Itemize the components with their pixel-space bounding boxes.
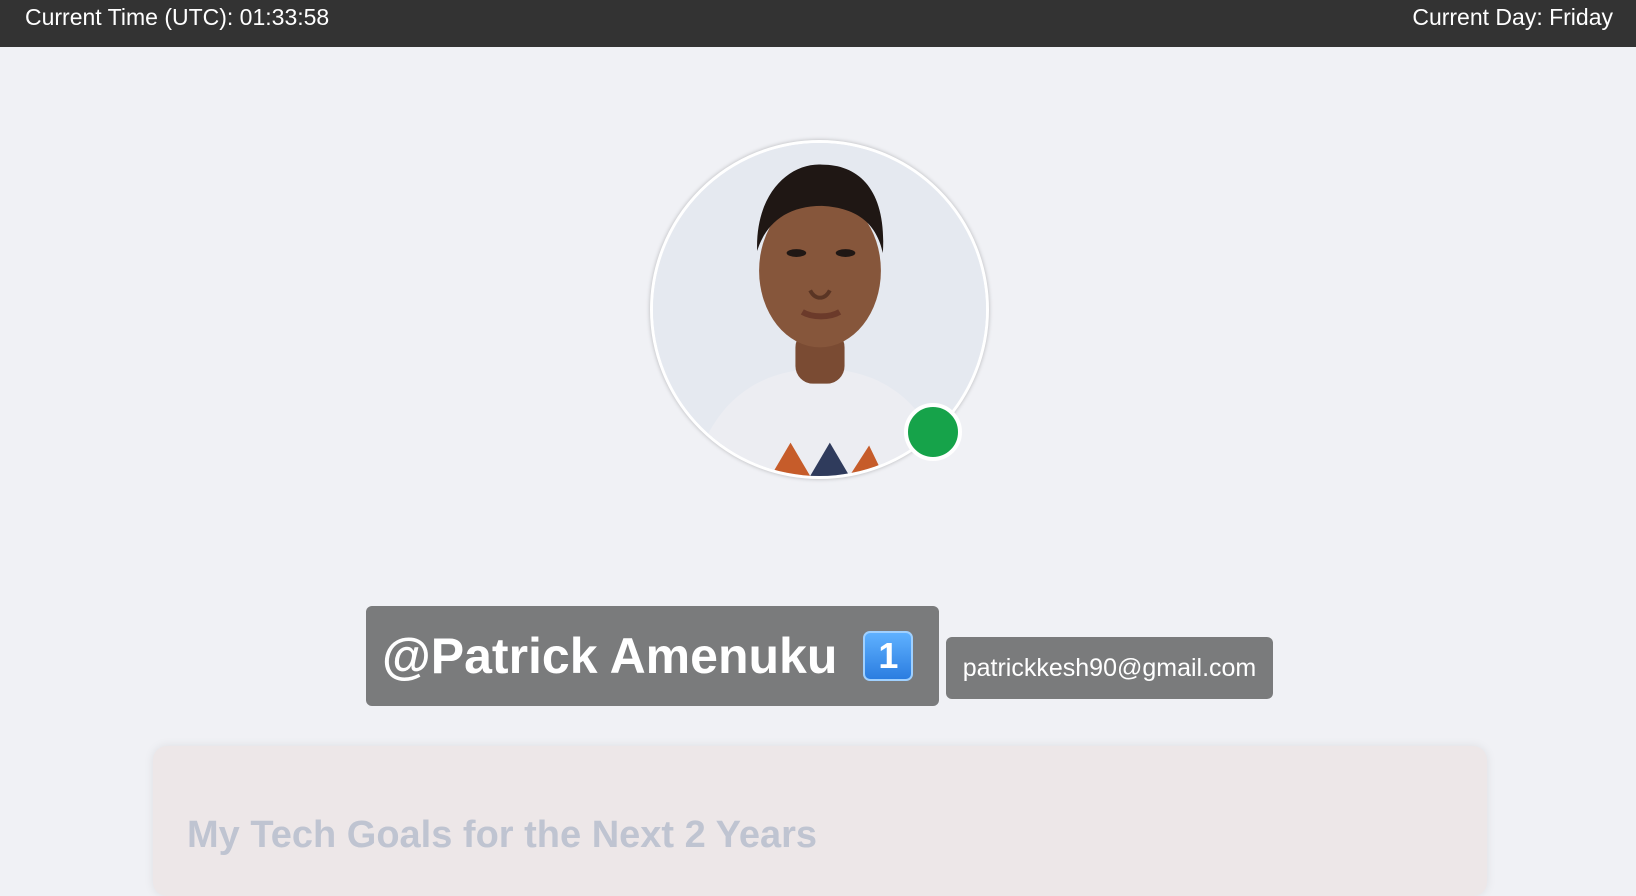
keycap-one-icon: 1 xyxy=(863,631,914,681)
email-badge: patrickkesh90@gmail.com xyxy=(946,637,1273,699)
username-badge: @Patrick Amenuku 1 xyxy=(366,606,939,706)
username-text: @Patrick Amenuku xyxy=(382,628,838,684)
online-status-indicator xyxy=(904,403,962,461)
top-status-bar: Current Time (UTC): 01:33:58 Current Day… xyxy=(0,0,1636,47)
tech-goals-title: My Tech Goals for the Next 2 Years xyxy=(187,814,818,856)
current-time-label: Current Time (UTC): 01:33:58 xyxy=(25,4,330,30)
current-day-label: Current Day: Friday xyxy=(1412,4,1613,30)
email-text: patrickkesh90@gmail.com xyxy=(962,653,1257,682)
profile-avatar-container xyxy=(650,140,989,479)
tech-goals-card: My Tech Goals for the Next 2 Years xyxy=(153,746,1487,896)
